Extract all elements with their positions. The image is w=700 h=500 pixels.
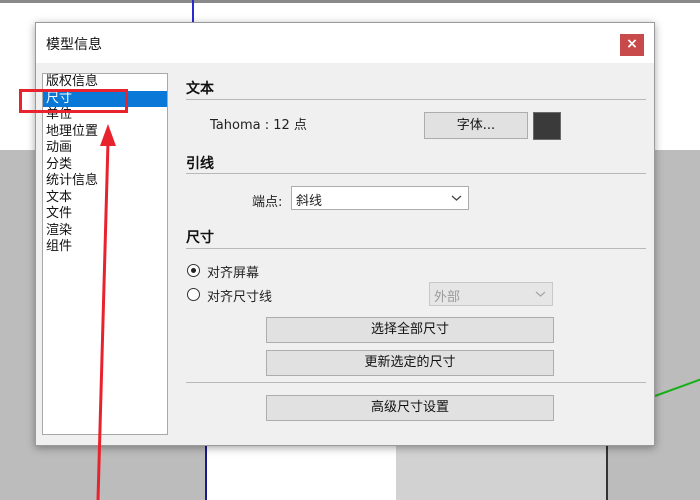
annotation-arrow-icon [96,124,116,500]
